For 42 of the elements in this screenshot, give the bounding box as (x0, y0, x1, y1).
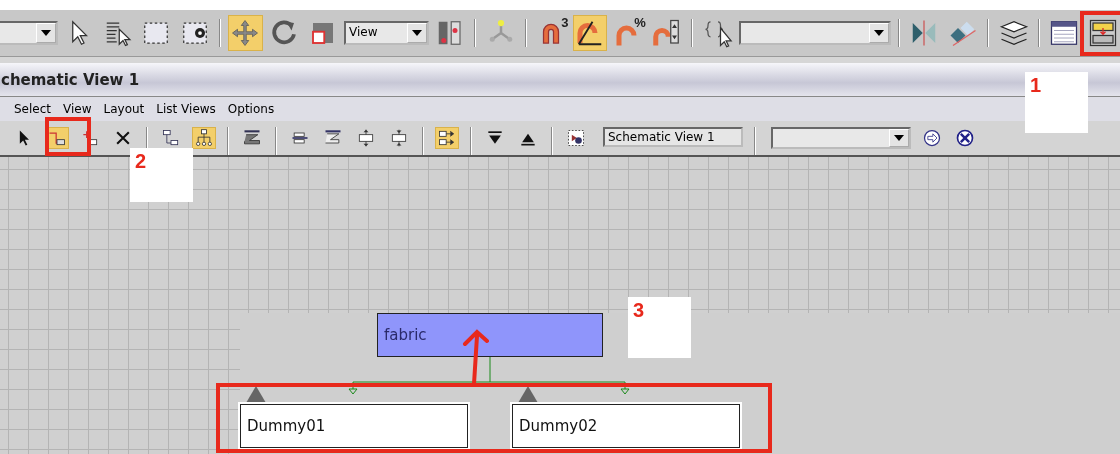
caret-icon (406, 23, 427, 43)
node[interactable]: Dummy02 (512, 404, 740, 448)
curve-editor-icon (1049, 18, 1080, 48)
window-title: chematic View 1 (1, 70, 140, 89)
caret-icon (35, 23, 56, 43)
move-icon (230, 18, 261, 48)
link-icon (80, 128, 100, 148)
menu-item[interactable]: Options (221, 102, 281, 116)
highlight-frame (45, 117, 91, 156)
arrange-arrows-icon (437, 128, 457, 148)
close-icon (955, 128, 975, 148)
dropdown[interactable] (0, 21, 58, 45)
compress-icon (389, 128, 409, 148)
layers-icon (998, 18, 1029, 48)
callout-label: 1 (1025, 72, 1088, 133)
caret-icon (889, 129, 909, 147)
arrange-arrows-button[interactable] (435, 127, 459, 149)
node[interactable]: fabric (377, 313, 603, 357)
annotation-arrow (463, 329, 489, 386)
dropdown[interactable]: View (344, 21, 429, 45)
dropdown[interactable] (771, 127, 911, 149)
menu-item[interactable]: View (57, 102, 98, 116)
node[interactable]: Dummy01 (240, 404, 468, 448)
menu-item[interactable]: List Views (150, 102, 222, 116)
magnet-button[interactable]: 3 (533, 15, 569, 51)
menu-item[interactable]: Layout (97, 102, 151, 116)
move-button[interactable] (228, 15, 263, 51)
name-field[interactable]: Schematic View 1 (603, 127, 743, 147)
hierarchy-icon (161, 128, 181, 148)
dropdown[interactable] (739, 21, 892, 45)
callout-label: 2 (130, 148, 193, 202)
zoom-extents-icon (566, 128, 586, 148)
spread-icon (356, 128, 376, 148)
caret-icon (869, 23, 890, 43)
tree-icon (194, 128, 214, 148)
angle-snap-button[interactable] (572, 15, 608, 51)
menu-item[interactable]: Select (8, 102, 58, 116)
highlight-frame (1080, 11, 1120, 56)
tree-button[interactable] (192, 127, 216, 149)
callout-label: 3 (628, 297, 691, 358)
forward-circle-icon (922, 128, 942, 148)
percent-snap-button[interactable]: % (611, 15, 646, 51)
